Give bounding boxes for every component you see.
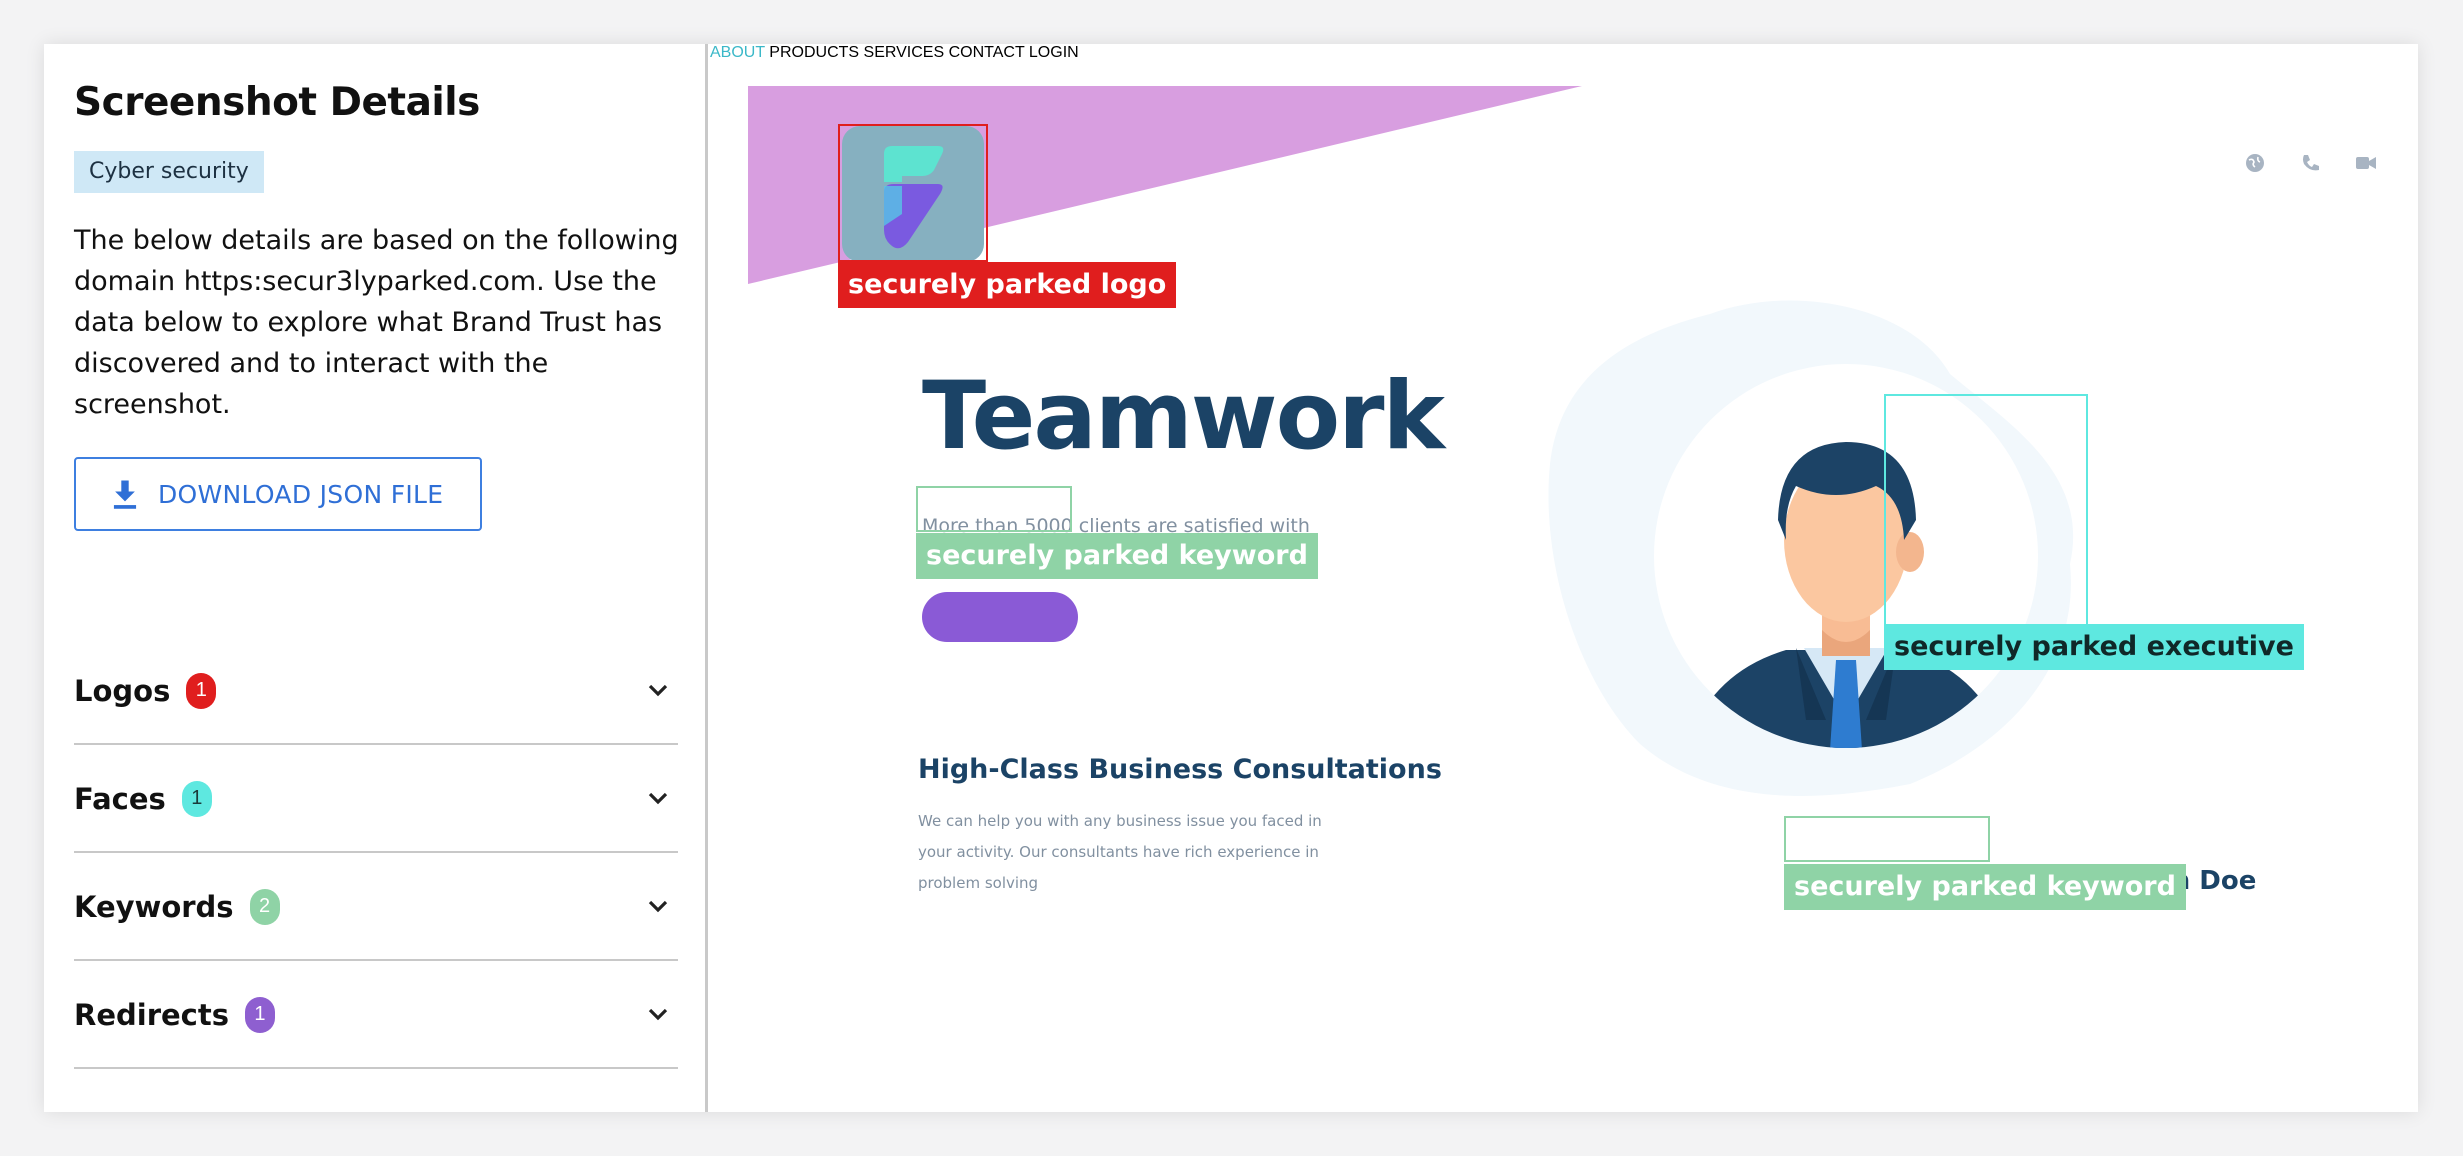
chevron-down-icon	[648, 684, 668, 696]
executive-detection-box[interactable]	[1884, 394, 2088, 626]
accordion-keywords-label: Keywords	[74, 889, 234, 924]
accordion-keywords[interactable]: Keywords 2	[74, 854, 678, 961]
category-tag: Cyber security	[74, 151, 264, 193]
accordion-logos[interactable]: Logos 1	[74, 638, 678, 745]
details-panel: Screenshot Details Cyber security The be…	[44, 44, 708, 1112]
logos-count-badge: 1	[186, 672, 217, 709]
hero-title: Teamwork	[922, 362, 1445, 471]
download-icon	[113, 480, 137, 509]
hero-cta-button[interactable]	[922, 592, 1078, 642]
download-json-label: DOWNLOAD JSON FILE	[158, 479, 444, 509]
logo-detection-box[interactable]	[838, 124, 988, 262]
panel-description: The below details are based on the follo…	[74, 225, 679, 420]
keyword-detection-label-1: securely parked keyword	[916, 533, 1318, 579]
phone-icon[interactable]	[2300, 152, 2322, 174]
accordion-faces-label: Faces	[74, 781, 166, 816]
accordion-logos-label: Logos	[74, 673, 171, 708]
keyword-detection-box-2[interactable]	[1784, 816, 1990, 862]
chevron-down-icon	[648, 792, 668, 804]
video-icon[interactable]	[2354, 152, 2378, 174]
keyword-detection-label-2: securely parked keyword	[1784, 864, 2186, 910]
panel-title: Screenshot Details	[74, 80, 480, 125]
screenshot-details-card: Screenshot Details Cyber security The be…	[44, 44, 2418, 1112]
logo-detection-label: securely parked logo	[838, 262, 1177, 308]
faces-count-badge: 1	[181, 780, 212, 817]
keywords-count-badge: 2	[249, 888, 280, 925]
chevron-down-icon	[648, 900, 668, 912]
section-title: High-Class Business Consultations	[918, 754, 1442, 785]
screenshot-preview[interactable]: ABOUT PRODUCTS SERVICES CONTACT LOGIN Te…	[710, 44, 2418, 1112]
redirects-count-badge: 1	[244, 996, 275, 1033]
executive-detection-label: securely parked executive	[1884, 624, 2304, 670]
accordion-redirects[interactable]: Redirects 1	[74, 962, 678, 1069]
download-json-button[interactable]: DOWNLOAD JSON FILE	[74, 457, 482, 531]
section-text: We can help you with any business issue …	[918, 812, 1322, 892]
chevron-down-icon	[648, 1008, 668, 1020]
keyword-detection-box-1[interactable]	[916, 486, 1072, 532]
globe-icon[interactable]	[2244, 152, 2266, 174]
accordion-redirects-label: Redirects	[74, 997, 229, 1032]
accordion-faces[interactable]: Faces 1	[74, 746, 678, 853]
